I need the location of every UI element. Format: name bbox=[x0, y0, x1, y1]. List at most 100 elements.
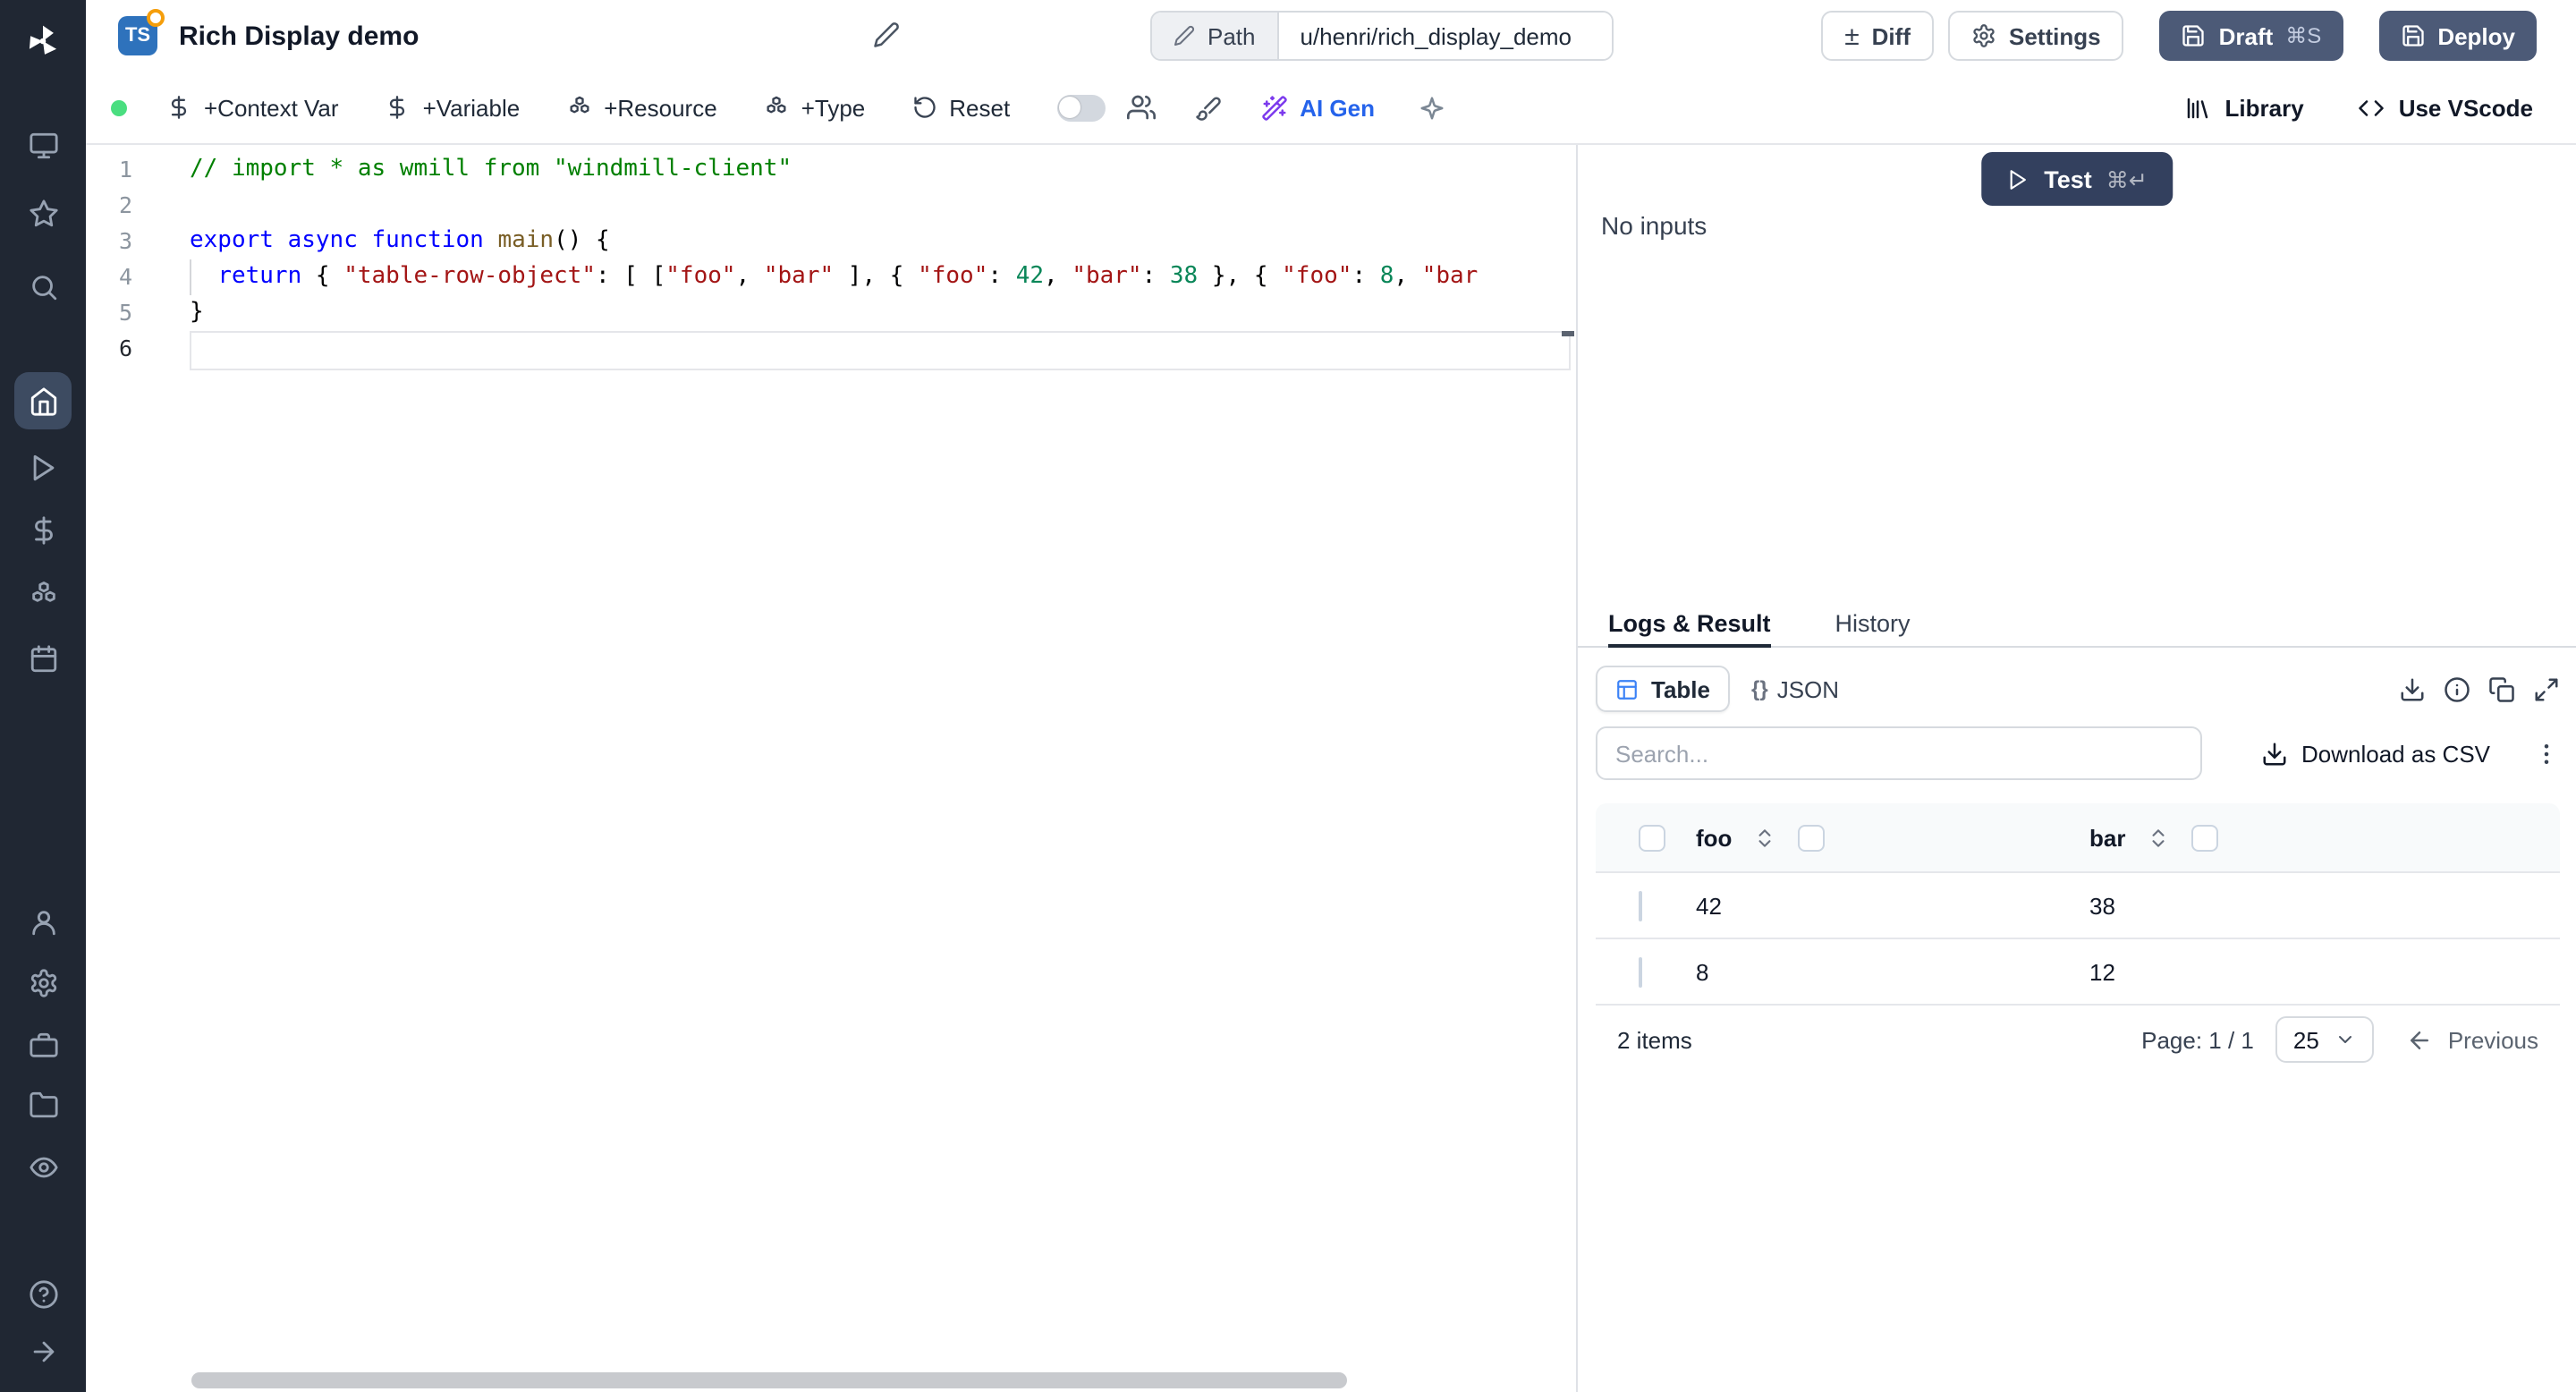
add-type-label: +Type bbox=[801, 94, 866, 121]
draft-button[interactable]: Draft ⌘S bbox=[2160, 11, 2343, 61]
code-line-1[interactable]: 1// import * as wmill from "windmill-cli… bbox=[86, 152, 1576, 188]
add-resource-label: +Resource bbox=[604, 94, 716, 121]
library-button[interactable]: Library bbox=[2184, 94, 2304, 121]
draft-button-label: Draft bbox=[2219, 22, 2274, 49]
line-number: 3 bbox=[86, 224, 132, 259]
column-checkbox-bar[interactable] bbox=[2191, 824, 2218, 851]
sidebar-item-schedules[interactable] bbox=[14, 630, 72, 687]
sidebar-item-audit-logs[interactable] bbox=[14, 1138, 72, 1195]
line-number: 4 bbox=[86, 259, 132, 295]
code-line-2[interactable]: 2 bbox=[86, 188, 1576, 224]
use-vscode-label: Use VScode bbox=[2399, 94, 2533, 121]
table-row[interactable]: 8 12 bbox=[1596, 939, 2560, 1006]
search-input[interactable] bbox=[1596, 726, 2202, 780]
row-checkbox[interactable] bbox=[1639, 956, 1642, 987]
sparkles-icon[interactable] bbox=[1418, 94, 1445, 121]
tab-history[interactable]: History bbox=[1835, 601, 1911, 646]
reset-button[interactable]: Reset bbox=[911, 94, 1010, 121]
column-checkbox-foo[interactable] bbox=[1798, 824, 1825, 851]
settings-button[interactable]: Settings bbox=[1948, 11, 2124, 61]
toolbar-right: Library Use VScode bbox=[2184, 94, 2533, 121]
sidebar-item-users[interactable] bbox=[14, 893, 72, 950]
select-all-checkbox[interactable] bbox=[1639, 824, 1665, 851]
help-icon[interactable] bbox=[14, 1265, 72, 1322]
search-icon[interactable] bbox=[14, 258, 72, 315]
add-variable-button[interactable]: +Variable bbox=[386, 94, 521, 121]
sidebar-item-resources[interactable] bbox=[14, 565, 72, 623]
code-line-5[interactable]: 5} bbox=[86, 295, 1576, 331]
cell-foo: 8 bbox=[1682, 958, 2075, 985]
result-panel: Logs & Result History Table {} JSON bbox=[1578, 601, 2576, 1392]
indent-guide bbox=[190, 259, 191, 295]
favorites-star-icon[interactable] bbox=[14, 184, 72, 242]
sort-icon[interactable] bbox=[1753, 826, 1776, 849]
view-table-button[interactable]: Table bbox=[1596, 666, 1730, 712]
row-checkbox[interactable] bbox=[1639, 890, 1642, 921]
ai-gen-button[interactable]: AI Gen bbox=[1260, 94, 1375, 121]
code-editor[interactable]: 1// import * as wmill from "windmill-cli… bbox=[86, 145, 1578, 1392]
run-panel: Test ⌘↵ No inputs bbox=[1578, 145, 2576, 601]
sort-icon[interactable] bbox=[2147, 826, 2170, 849]
copy-icon[interactable] bbox=[2488, 675, 2515, 702]
code-text: } bbox=[132, 295, 204, 331]
sidebar-item-settings[interactable] bbox=[14, 954, 72, 1011]
status-dot bbox=[111, 99, 127, 115]
line-number: 1 bbox=[86, 152, 132, 188]
path-value[interactable]: u/henri/rich_display_demo bbox=[1279, 13, 1612, 59]
edit-pencil-icon[interactable] bbox=[873, 21, 900, 48]
view-json-button[interactable]: {} JSON bbox=[1751, 675, 1839, 702]
sidebar bbox=[0, 0, 86, 1392]
sidebar-item-workers[interactable] bbox=[14, 1016, 72, 1074]
diff-button[interactable]: ± Diff bbox=[1821, 11, 1934, 61]
view-json-label: JSON bbox=[1777, 675, 1839, 702]
path-control[interactable]: Path u/henri/rich_display_demo bbox=[1150, 11, 1614, 61]
kebab-menu-icon[interactable] bbox=[2533, 740, 2560, 767]
code-text bbox=[132, 188, 190, 224]
sidebar-item-variables[interactable] bbox=[14, 501, 72, 558]
result-action-icons bbox=[2399, 675, 2560, 702]
code-line-4[interactable]: 4 return { "table-row-object": [ ["foo",… bbox=[86, 259, 1576, 295]
sidebar-item-home[interactable] bbox=[14, 372, 72, 429]
add-resource-button[interactable]: +Resource bbox=[566, 94, 716, 121]
download-csv-button[interactable]: Download as CSV bbox=[2260, 740, 2490, 767]
typescript-badge-label: TS bbox=[125, 25, 150, 47]
top-header: TS Rich Display demo Path u/henri/rich_d… bbox=[86, 0, 2576, 72]
download-icon[interactable] bbox=[2399, 675, 2426, 702]
windmill-logo[interactable] bbox=[14, 13, 72, 70]
format-brush-icon[interactable] bbox=[1194, 94, 1221, 121]
arrow-left-icon bbox=[2407, 1026, 2434, 1053]
deploy-button[interactable]: Deploy bbox=[2378, 11, 2537, 61]
sidebar-item-folders[interactable] bbox=[14, 1075, 72, 1133]
row-select-cell bbox=[1596, 892, 1682, 919]
multiplayer-toggle[interactable] bbox=[1056, 94, 1105, 121]
code-text: return { "table-row-object": [ ["foo", "… bbox=[132, 259, 1478, 295]
sidebar-item-runs[interactable] bbox=[14, 438, 72, 496]
page-title: Rich Display demo bbox=[179, 0, 419, 72]
code-line-6[interactable]: 6 bbox=[86, 331, 1576, 367]
expand-icon[interactable] bbox=[2533, 675, 2560, 702]
info-icon[interactable] bbox=[2444, 675, 2470, 702]
add-type-button[interactable]: +Type bbox=[764, 94, 866, 121]
page-label: Page: 1 / 1 bbox=[2141, 1026, 2254, 1053]
previous-page-button[interactable]: Previous bbox=[2407, 1026, 2560, 1053]
main-content: 1// import * as wmill from "windmill-cli… bbox=[86, 145, 2576, 1392]
expand-sidebar-icon[interactable] bbox=[14, 1322, 72, 1379]
path-edit-button[interactable]: Path bbox=[1152, 13, 1279, 59]
line-number: 2 bbox=[86, 188, 132, 224]
play-icon bbox=[2006, 167, 2029, 191]
horizontal-scrollbar[interactable] bbox=[191, 1372, 1347, 1388]
page-size-select[interactable]: 25 bbox=[2275, 1016, 2375, 1063]
result-tabs: Logs & Result History bbox=[1578, 601, 2576, 648]
table-row[interactable]: 42 38 bbox=[1596, 873, 2560, 939]
tab-logs-result[interactable]: Logs & Result bbox=[1608, 601, 1771, 646]
add-context-var-button[interactable]: +Context Var bbox=[166, 94, 339, 121]
diff-icon: ± bbox=[1844, 22, 1859, 49]
multiplayer-users-icon[interactable] bbox=[1126, 93, 1155, 122]
monitor-icon[interactable] bbox=[14, 116, 72, 174]
table-controls-row: Download as CSV bbox=[1596, 726, 2560, 780]
save-icon bbox=[2400, 23, 2425, 48]
use-vscode-button[interactable]: Use VScode bbox=[2358, 94, 2533, 121]
assistant-status-dot bbox=[147, 9, 165, 27]
test-button[interactable]: Test ⌘↵ bbox=[1981, 152, 2173, 206]
code-line-3[interactable]: 3export async function main() { bbox=[86, 224, 1576, 259]
